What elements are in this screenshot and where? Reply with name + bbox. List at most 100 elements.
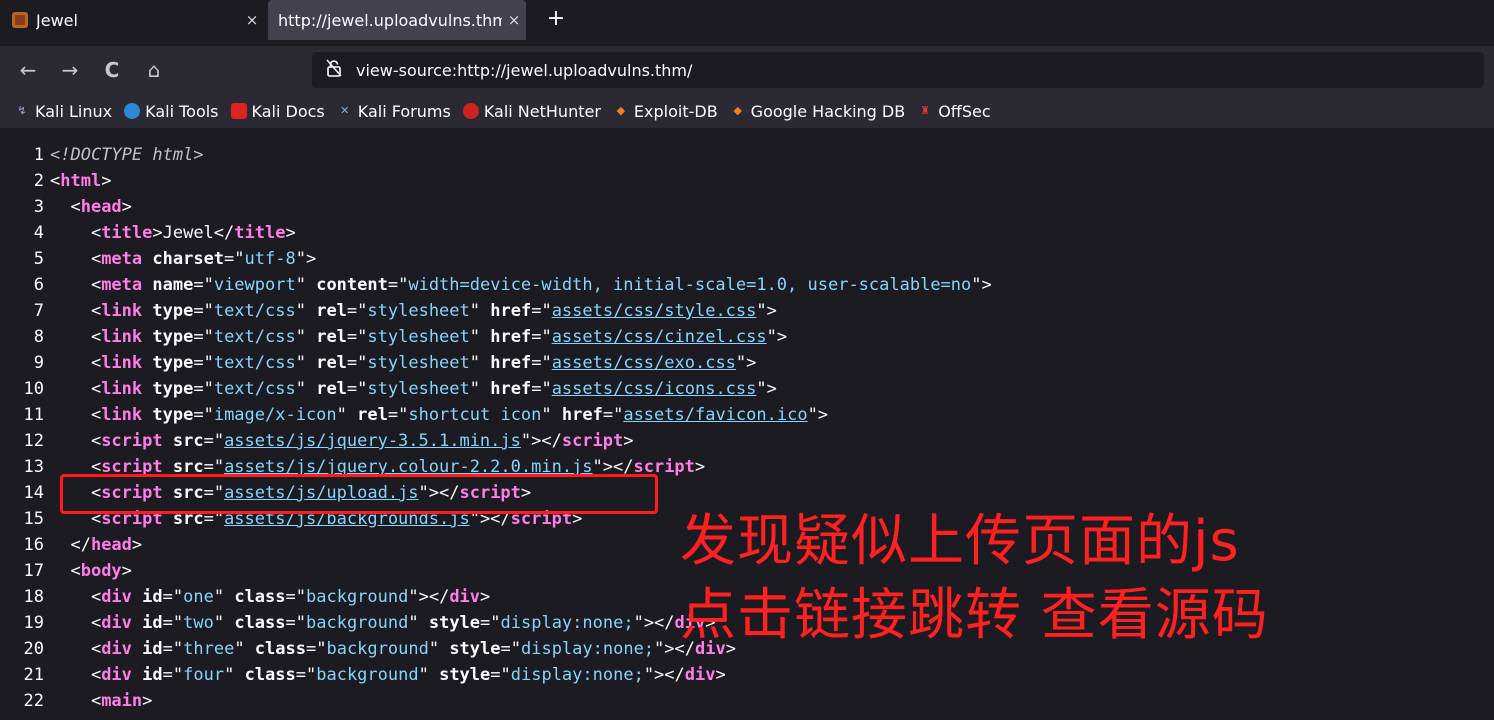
insecure-lock-icon[interactable] xyxy=(326,59,342,81)
code-token: html xyxy=(60,171,102,191)
bookmark-kali-tools[interactable]: Kali Tools xyxy=(124,102,219,121)
line-code: <link type="text/css" rel="stylesheet" h… xyxy=(50,301,777,321)
code-token: div xyxy=(101,613,132,633)
bookmark-kali-docs[interactable]: Kali Docs xyxy=(230,102,325,121)
source-link[interactable]: assets/js/jquery-3.5.1.min.js xyxy=(224,431,521,451)
code-token: title xyxy=(234,223,286,243)
code-token: "> xyxy=(756,379,777,399)
exploit-db-icon: ◆ xyxy=(616,104,626,117)
source-line: 6 <meta name="viewport" content="width=d… xyxy=(0,272,992,298)
code-token: stylesheet xyxy=(367,327,470,347)
url-bar[interactable] xyxy=(312,52,1484,88)
code-token: =" xyxy=(162,639,184,659)
code-token: title xyxy=(101,223,153,243)
source-line: 11 <link type="image/x-icon" rel="shortc… xyxy=(0,402,829,428)
code-token: " xyxy=(541,405,562,425)
tab-title: http://jewel.uploadvulns.thm/ xyxy=(278,10,502,30)
code-token: > xyxy=(480,587,491,607)
code-token: " xyxy=(469,327,491,347)
forward-button[interactable]: → xyxy=(56,58,84,82)
code-token: link xyxy=(101,327,143,347)
code-token: < xyxy=(50,665,102,685)
source-link[interactable]: assets/favicon.ico xyxy=(623,405,807,425)
source-link[interactable]: assets/css/icons.css xyxy=(552,379,757,399)
code-token: =" xyxy=(346,301,368,321)
back-button[interactable]: ← xyxy=(14,58,42,82)
bookmarks-toolbar: ↯ Kali Linux Kali Tools Kali Docs ✕ Kali F… xyxy=(0,94,1494,128)
code-token: > xyxy=(101,171,112,191)
code-token: "></ xyxy=(520,431,562,451)
line-number: 22 xyxy=(23,691,44,711)
code-token: "> xyxy=(295,249,317,269)
bookmark-google-hacking-db[interactable]: ◆ Google Hacking DB xyxy=(730,102,905,121)
code-token: text/css xyxy=(213,301,296,321)
home-button[interactable]: ⌂ xyxy=(140,58,168,82)
source-line: 5 <meta charset="utf-8"> xyxy=(0,246,316,272)
source-line: 22 <main> xyxy=(0,688,153,714)
line-code: <link type="text/css" rel="stylesheet" h… xyxy=(50,353,756,373)
code-token: type xyxy=(152,301,194,321)
line-number: 7 xyxy=(33,301,44,321)
tab-jewel[interactable]: Jewel × xyxy=(0,0,264,40)
bookmark-exploit-db[interactable]: ◆ Exploit-DB xyxy=(613,102,718,121)
new-tab-button[interactable]: + xyxy=(544,6,568,31)
bookmark-offsec[interactable]: ♜ OffSec xyxy=(917,102,990,121)
code-token: text/css xyxy=(213,353,296,373)
kali-dragon-icon: ↯ xyxy=(17,104,27,117)
code-token: =" xyxy=(305,639,327,659)
tab-view-source[interactable]: http://jewel.uploadvulns.thm/ × xyxy=(268,0,526,40)
line-code: <div id="two" class="background" style="… xyxy=(50,613,716,633)
line-number: 1 xyxy=(33,145,44,165)
annotation-line-1: 发现疑似上传页面的js xyxy=(680,509,1240,574)
code-token: utf-8 xyxy=(244,249,296,269)
code-token: =" xyxy=(387,405,409,425)
code-token: > xyxy=(715,665,726,685)
line-number: 17 xyxy=(23,561,44,581)
code-token: =" xyxy=(203,431,225,451)
line-number: 3 xyxy=(33,197,44,217)
code-token: " xyxy=(295,275,317,295)
code-token: " xyxy=(224,665,245,685)
code-token: rel xyxy=(316,301,347,321)
bookmark-kali-linux[interactable]: ↯ Kali Linux xyxy=(14,102,112,121)
code-token: class xyxy=(244,665,296,685)
code-token: =" xyxy=(162,613,184,633)
source-link[interactable]: assets/css/exo.css xyxy=(552,353,736,373)
code-token: > xyxy=(121,197,132,217)
close-tab-icon[interactable]: × xyxy=(502,11,526,29)
code-token: =" xyxy=(224,249,245,269)
source-link[interactable]: assets/css/style.css xyxy=(552,301,757,321)
code-token: =" xyxy=(193,405,214,425)
bookmark-kali-forums[interactable]: ✕ Kali Forums xyxy=(337,102,451,121)
annotation-line-2: 点击链接跳转 查看源码 xyxy=(680,583,1269,648)
code-token: =" xyxy=(162,665,184,685)
code-token: </ xyxy=(50,535,91,555)
code-token: content xyxy=(316,275,388,295)
bookmark-kali-nethunter[interactable]: Kali NetHunter xyxy=(462,102,601,121)
code-token: =" xyxy=(531,301,552,321)
navigation-bar: ← → C ⌂ xyxy=(0,46,1494,94)
code-token: background xyxy=(306,587,409,607)
code-token: =" xyxy=(531,327,552,347)
code-token: =" xyxy=(285,587,306,607)
code-token: < xyxy=(50,223,102,243)
code-token: text/css xyxy=(213,379,296,399)
reload-button[interactable]: C xyxy=(98,58,126,82)
close-tab-icon[interactable]: × xyxy=(240,11,264,29)
line-number: 5 xyxy=(33,249,44,269)
code-token: id xyxy=(142,587,163,607)
code-token: < xyxy=(50,587,102,607)
url-input[interactable] xyxy=(354,59,1258,81)
source-link[interactable]: assets/css/cinzel.css xyxy=(552,327,767,347)
code-token: =" xyxy=(531,379,552,399)
code-token: < xyxy=(50,327,102,347)
code-token: "> xyxy=(766,327,788,347)
code-token: < xyxy=(50,197,81,217)
line-code: <link type="text/css" rel="stylesheet" h… xyxy=(50,379,777,399)
